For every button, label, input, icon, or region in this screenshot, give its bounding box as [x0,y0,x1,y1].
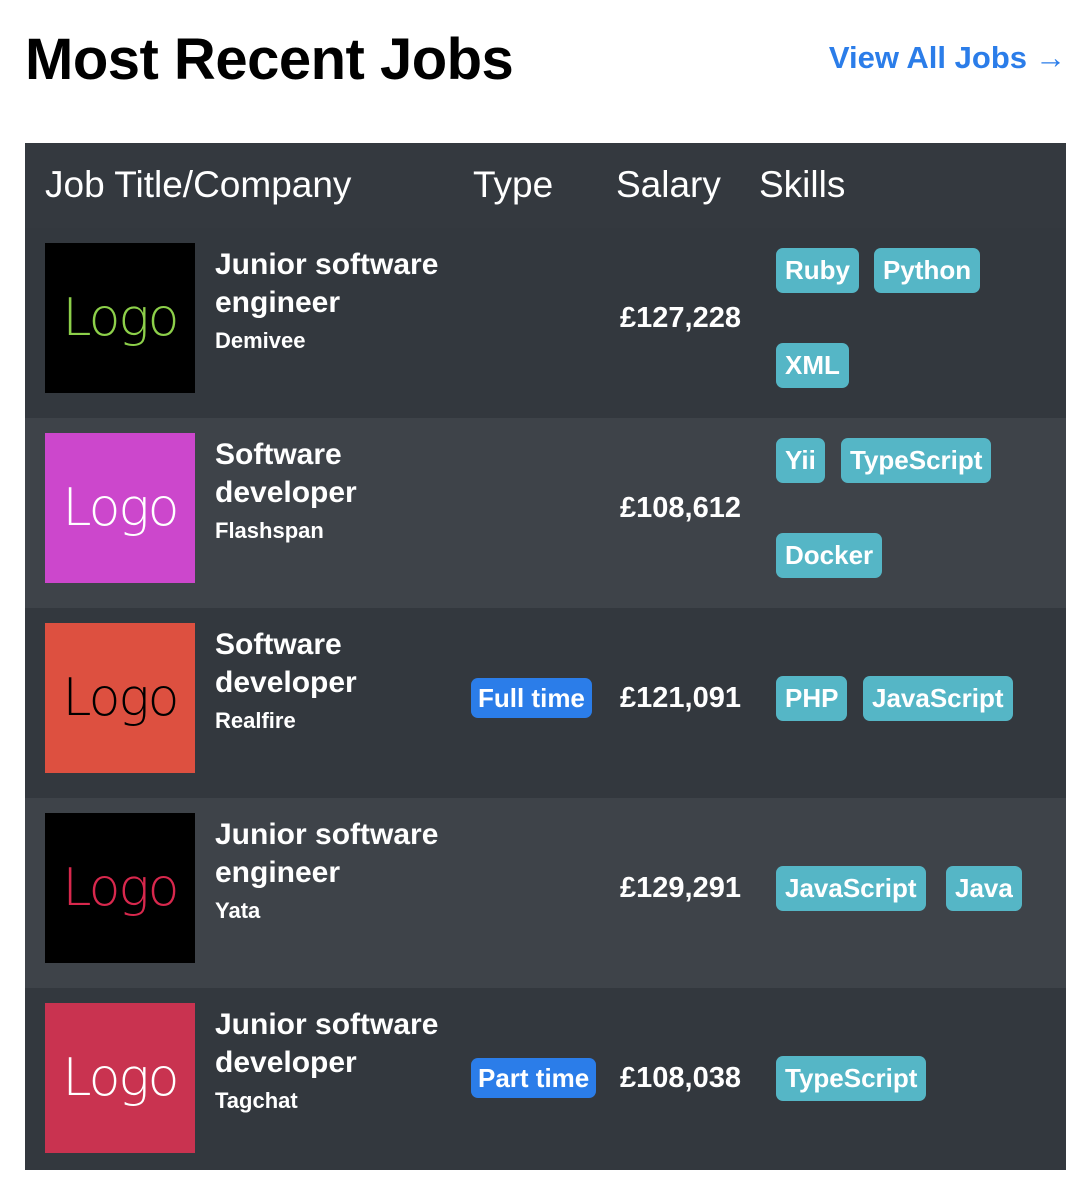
skill-badge[interactable]: Java [946,866,1022,911]
salary: £129,291 [620,872,741,904]
company-name: Demivee [215,328,306,353]
skill-badge[interactable]: JavaScript [863,676,1013,721]
skill-badge[interactable]: TypeScript [841,438,992,483]
job-title-link[interactable]: Junior software engineer [215,816,465,892]
job-title-link[interactable]: Junior software engineer [215,246,465,322]
skills-list: PHP JavaScript [776,608,1056,798]
skill-badge[interactable]: PHP [776,676,848,721]
skill-badge[interactable]: Python [874,248,981,293]
skill-badge[interactable]: JavaScript [776,866,926,911]
table-header: Job Title/Company Type Salary Skills [25,143,1066,228]
company-logo: Logo [45,433,195,583]
company-logo: Logo [45,623,195,773]
salary: £121,091 [620,682,741,714]
skill-badge[interactable]: TypeScript [776,1056,927,1101]
column-header-skills: Skills [759,164,846,205]
skill-badge[interactable]: Yii [776,438,825,483]
job-title-link[interactable]: Junior software developer [215,1006,465,1082]
skill-badge[interactable]: Ruby [776,248,859,293]
column-header-job-title: Job Title/Company [45,164,352,205]
company-logo: Logo [45,243,195,393]
table-row[interactable]: Logo Software developer Realfire Full ti… [25,608,1066,798]
job-type-badge: Full time [471,678,592,718]
job-type-badge: Part time [471,1058,597,1098]
table-row[interactable]: Logo Junior software engineer Demivee £1… [25,228,1066,418]
page-title: Most Recent Jobs [25,27,514,92]
skills-list: Ruby Python XML [776,228,1056,418]
company-name: Tagchat [215,1088,298,1113]
salary: £127,228 [620,302,741,334]
company-name: Realfire [215,708,296,733]
arrow-right-icon: → [1035,40,1066,75]
skill-badge[interactable]: Docker [776,533,883,578]
skills-list: Yii TypeScript Docker [776,418,1056,608]
jobs-table: Job Title/Company Type Salary Skills Log… [25,143,1066,1170]
skills-list: JavaScript Java [776,798,1056,988]
company-logo: Logo [45,1003,195,1153]
column-header-type: Type [473,164,554,205]
skill-badge[interactable]: XML [776,343,849,388]
table-row[interactable]: Logo Junior software engineer Yata £129,… [25,798,1066,988]
table-row[interactable]: Logo Junior software developer Tagchat P… [25,988,1066,1170]
table-row[interactable]: Logo Software developer Flashspan £108,6… [25,418,1066,608]
page-header: Most Recent Jobs View All Jobs → [25,24,1066,100]
company-logo: Logo [45,813,195,963]
view-all-jobs-label: View All Jobs [828,40,1027,75]
salary: £108,612 [620,492,741,524]
company-name: Yata [215,898,261,923]
job-title-link[interactable]: Software developer [215,626,465,702]
company-name: Flashspan [215,518,324,543]
salary: £108,038 [620,1062,741,1094]
job-title-link[interactable]: Software developer [215,436,465,512]
view-all-jobs-link[interactable]: View All Jobs → [829,38,1066,78]
column-header-salary: Salary [616,164,721,205]
skills-list: TypeScript [776,988,1056,1178]
